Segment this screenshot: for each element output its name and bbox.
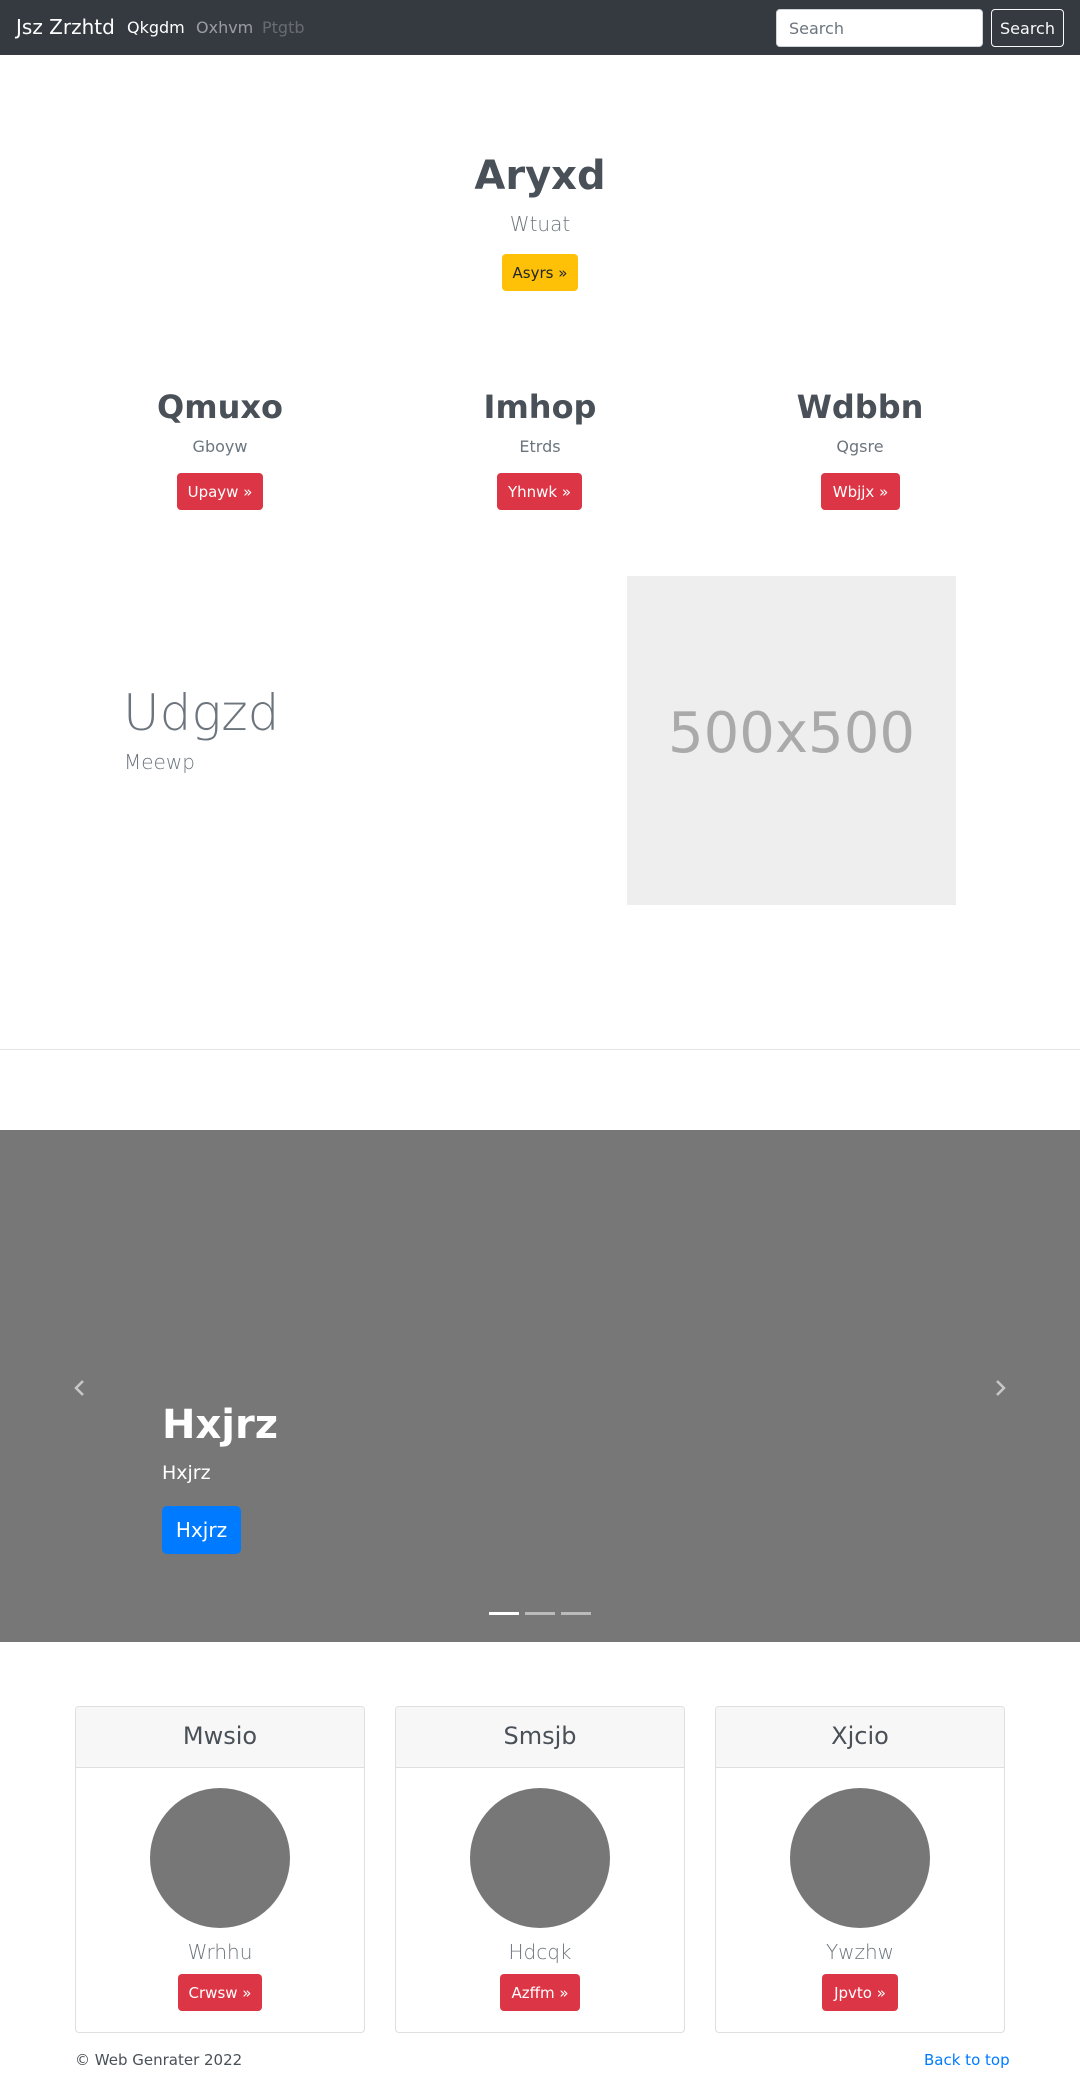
- card-header: Smsjb: [396, 1707, 684, 1768]
- card-3: Xjcio Ywzhw Jpvto »: [715, 1706, 1005, 2033]
- card-header: Mwsio: [76, 1707, 364, 1768]
- carousel: Hxjrz Hxjrz Hxjrz: [0, 1130, 1080, 1642]
- carousel-indicator-1[interactable]: [489, 1612, 519, 1615]
- placeholder-label: 500x500: [668, 701, 915, 766]
- feature-title-3: Wdbbn: [796, 388, 924, 426]
- nav-link-qkgdm[interactable]: Qkgdm: [127, 18, 185, 37]
- hero-title: Aryxd: [474, 153, 606, 199]
- card-text: Ywzhw: [825, 1940, 895, 1964]
- card-button-1[interactable]: Crwsw »: [178, 1974, 262, 2011]
- card-header-title: Xjcio: [831, 1722, 889, 1750]
- split-subtitle: Meewp: [124, 750, 195, 774]
- card-header: Xjcio: [716, 1707, 1004, 1768]
- feature-title-1: Qmuxo: [157, 388, 283, 426]
- avatar: [470, 1788, 610, 1928]
- feature-subtitle-1: Gboyw: [192, 437, 248, 456]
- avatar: [150, 1788, 290, 1928]
- card-2: Smsjb Hdcqk Azffm »: [395, 1706, 685, 2033]
- carousel-title: Hxjrz: [162, 1402, 278, 1448]
- feature-subtitle-3: Qgsre: [836, 437, 884, 456]
- carousel-indicator-3[interactable]: [561, 1612, 591, 1615]
- card-text: Wrhhu: [187, 1940, 253, 1964]
- carousel-indicator-2[interactable]: [525, 1612, 555, 1615]
- carousel-button[interactable]: Hxjrz: [162, 1506, 241, 1554]
- card-text: Hdcqk: [508, 1940, 572, 1964]
- card-button-3[interactable]: Jpvto »: [822, 1974, 898, 2011]
- navbar-brand[interactable]: Jsz Zrzhtd: [16, 15, 115, 39]
- split-title: Udgzd: [123, 684, 280, 742]
- feature-subtitle-2: Etrds: [519, 437, 561, 456]
- card-1: Mwsio Wrhhu Crwsw »: [75, 1706, 365, 2033]
- hero-subtitle: Wtuat: [509, 212, 571, 236]
- placeholder-image: 500x500: [627, 576, 956, 905]
- avatar: [790, 1788, 930, 1928]
- search-input[interactable]: [776, 9, 983, 47]
- back-to-top-link[interactable]: Back to top: [924, 2051, 1010, 2069]
- footer-copyright: © Web Genrater 2022: [75, 2051, 243, 2069]
- section-divider: [0, 1049, 1080, 1050]
- carousel-prev-icon[interactable]: [70, 1378, 90, 1398]
- carousel-next-icon[interactable]: [990, 1378, 1010, 1398]
- feature-button-2[interactable]: Yhnwk »: [497, 473, 582, 510]
- hero-button[interactable]: Asyrs »: [502, 254, 578, 291]
- card-header-title: Smsjb: [503, 1722, 577, 1750]
- carousel-subtitle: Hxjrz: [162, 1462, 211, 1484]
- nav-link-oxhvm[interactable]: Oxhvm: [196, 18, 253, 37]
- top-navbar: Jsz Zrzhtd Qkgdm Oxhvm Ptgtb Search: [0, 0, 1080, 55]
- card-button-2[interactable]: Azffm »: [500, 1974, 580, 2011]
- feature-button-3[interactable]: Wbjjx »: [821, 473, 900, 510]
- search-button[interactable]: Search: [991, 9, 1064, 47]
- feature-button-1[interactable]: Upayw »: [177, 473, 263, 510]
- nav-link-ptgtb: Ptgtb: [262, 18, 305, 37]
- feature-title-2: Imhop: [483, 388, 597, 426]
- card-header-title: Mwsio: [182, 1722, 258, 1750]
